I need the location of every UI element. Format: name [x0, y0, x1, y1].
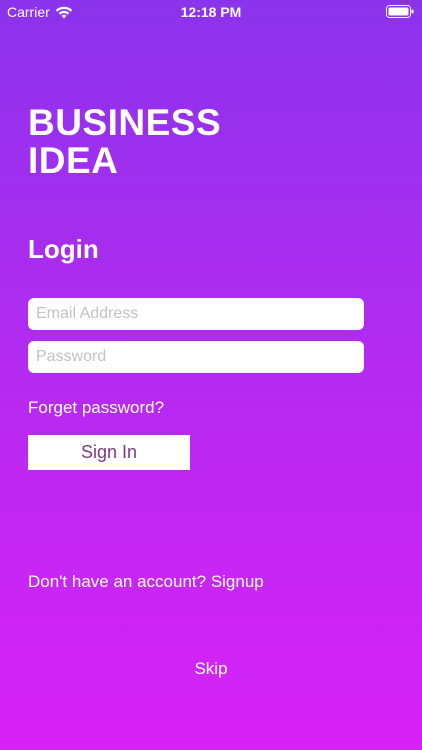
email-field[interactable]	[28, 298, 364, 330]
brand-line-2: IDEA	[28, 140, 119, 181]
sign-in-button[interactable]: Sign In	[28, 435, 190, 470]
status-time: 12:18 PM	[180, 4, 242, 20]
skip-button[interactable]: Skip	[0, 659, 422, 679]
password-field[interactable]	[28, 341, 364, 373]
battery-icon	[386, 5, 414, 18]
forget-password-link[interactable]: Forget password?	[28, 398, 164, 418]
login-heading: Login	[28, 234, 99, 264]
status-bar: Carrier 12:18 PM	[0, 0, 422, 24]
brand-logo: BUSINESS IDEA	[28, 104, 221, 180]
signup-link[interactable]: Don't have an account? Signup	[28, 572, 264, 592]
brand-line-1: BUSINESS	[28, 102, 222, 143]
